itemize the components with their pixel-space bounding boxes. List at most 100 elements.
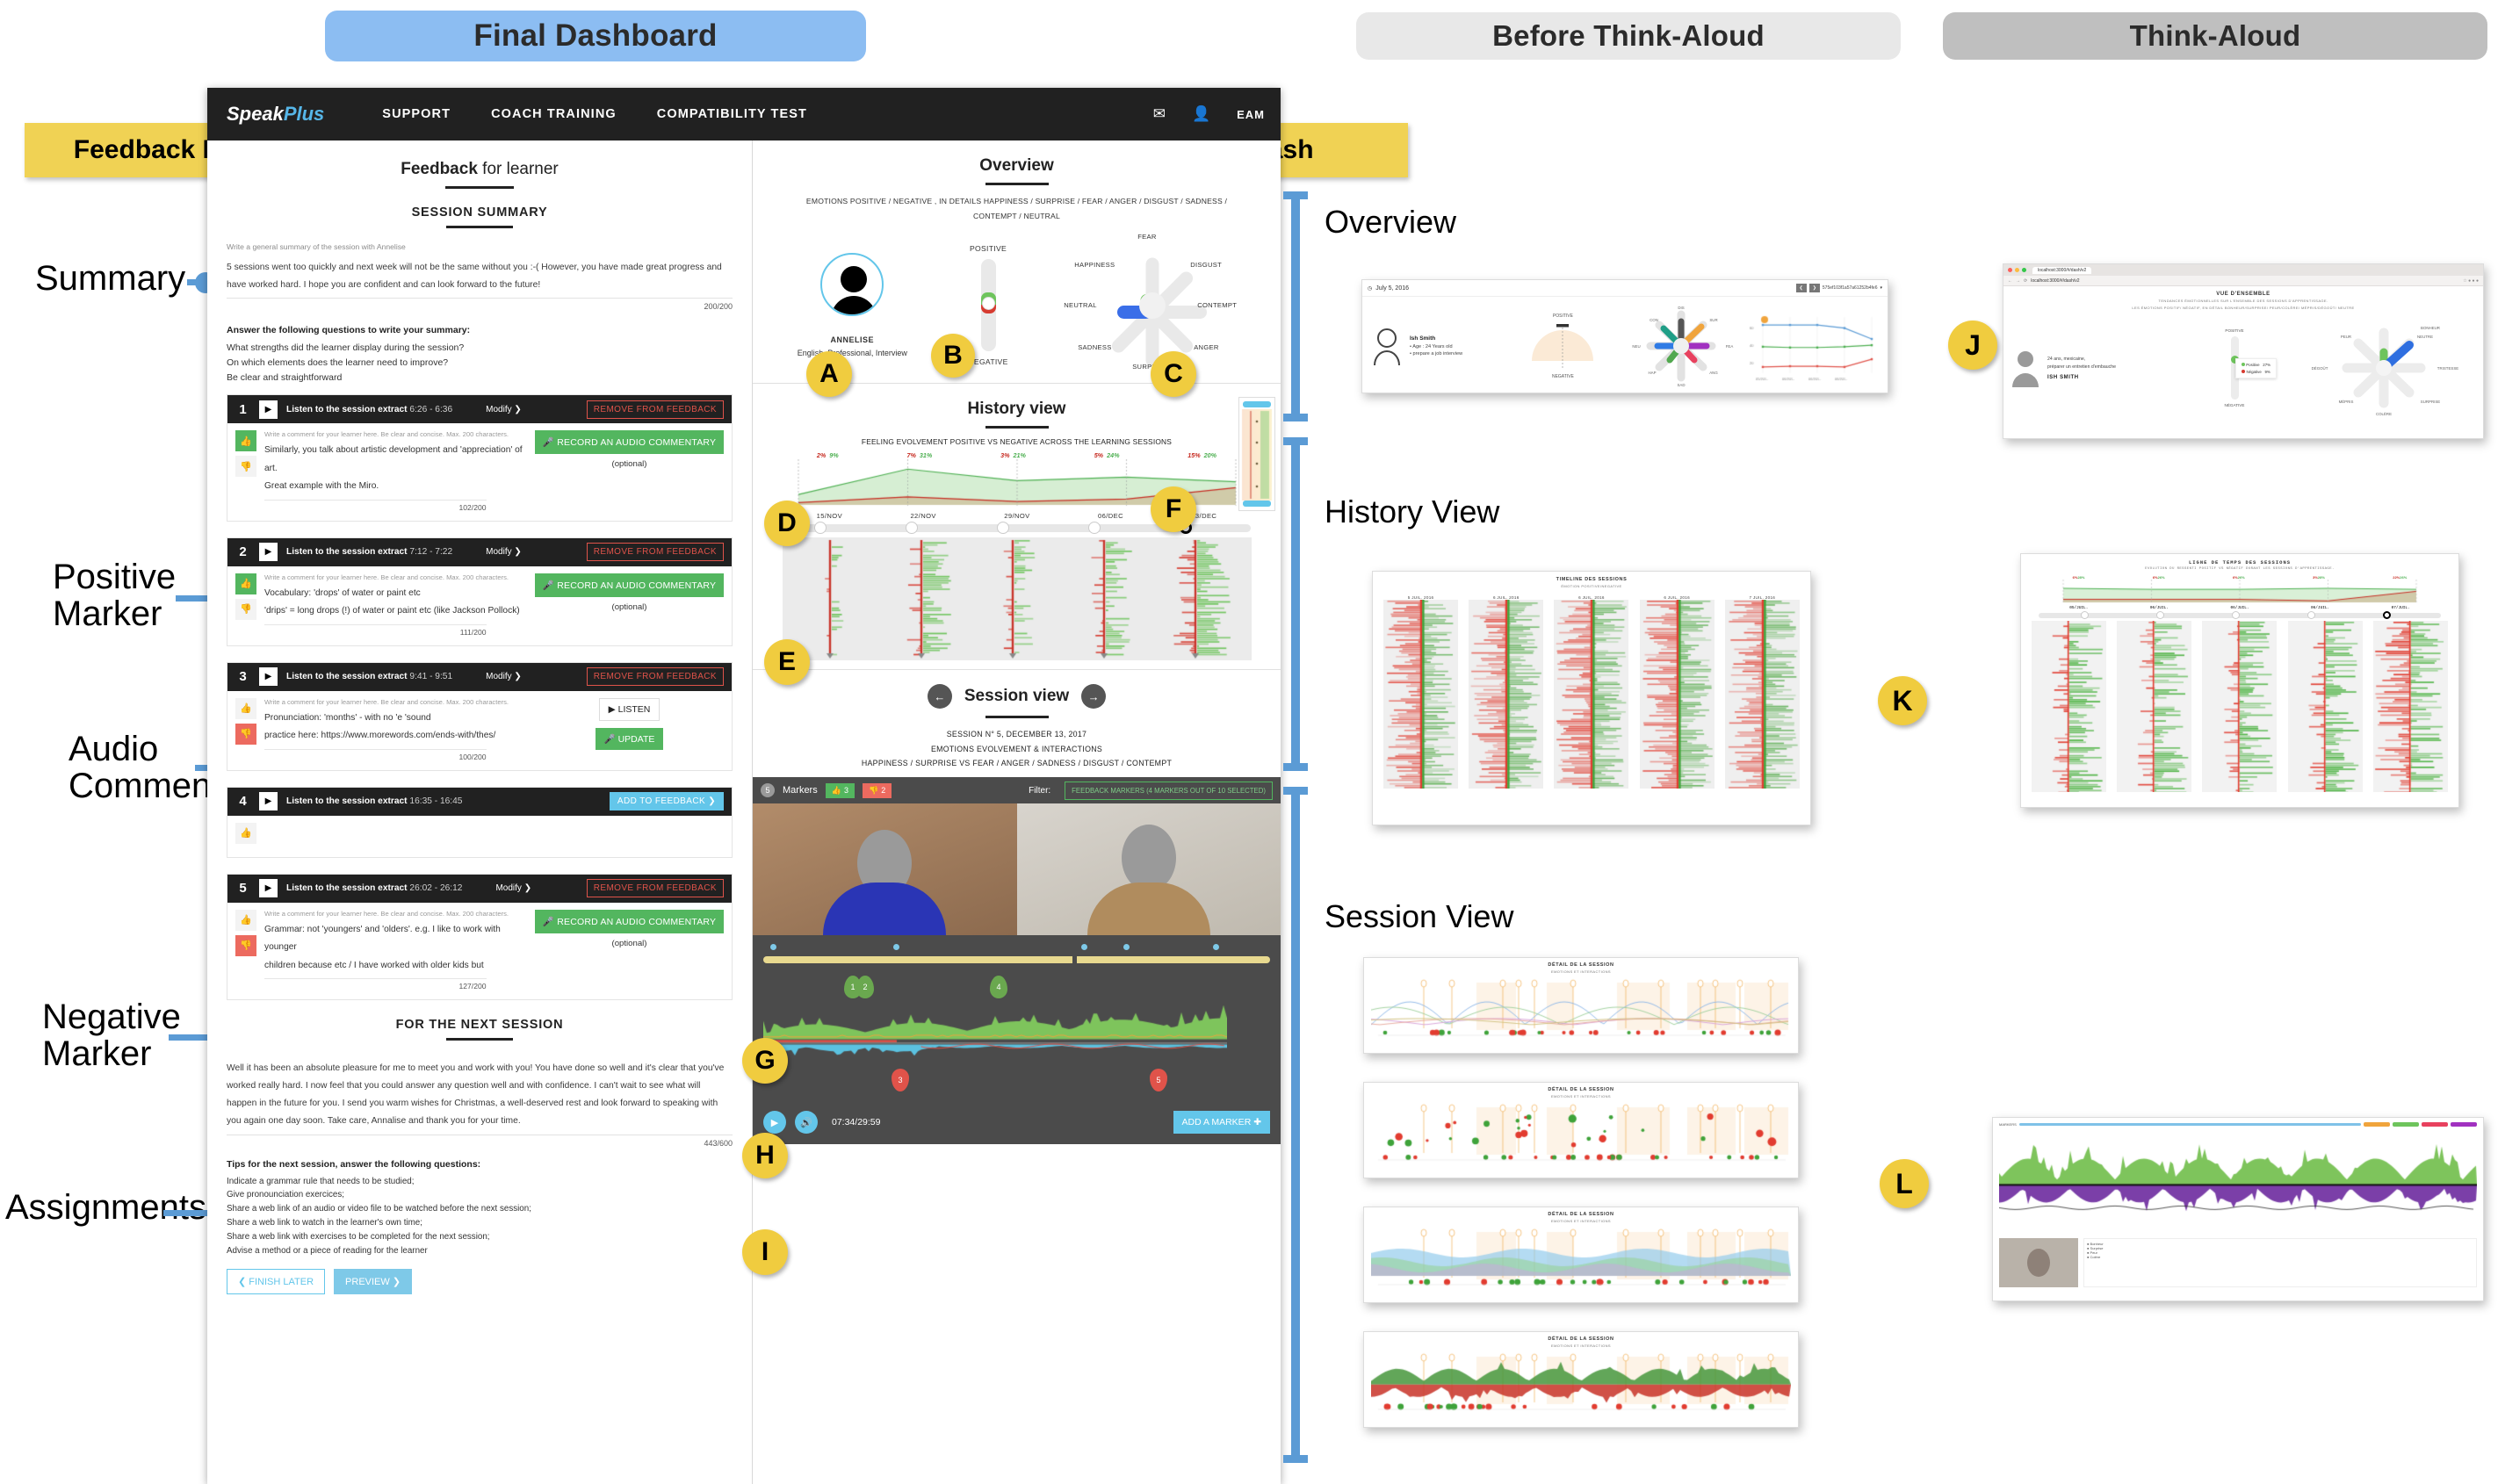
arrow-right-icon[interactable]: → bbox=[1081, 684, 1107, 710]
thumb-up-icon[interactable]: 👍 bbox=[235, 697, 256, 719]
comment-text[interactable]: Pronunciation: 'months' - with no 'e 'so… bbox=[264, 710, 535, 746]
modify-link[interactable]: Modify ❯ bbox=[495, 883, 531, 893]
filter-chip[interactable]: MARKERS bbox=[1999, 1122, 2017, 1127]
thumb-up-icon[interactable]: 👍 bbox=[235, 909, 256, 931]
navbar-links: SUPPORT COACH TRAINING COMPATIBILITY TES… bbox=[382, 107, 807, 121]
nav-user-label[interactable]: EAM bbox=[1237, 108, 1265, 121]
marker-pin-negative[interactable]: 3 bbox=[892, 1069, 909, 1092]
next-session-text[interactable]: Well it has been an absolute pleasure fo… bbox=[227, 1060, 733, 1130]
gauge-track[interactable] bbox=[980, 259, 996, 352]
thumb-up-icon[interactable]: 👍 bbox=[235, 822, 256, 844]
half-dome-gauge bbox=[1532, 323, 1594, 368]
history-pct-3: 5% 24% bbox=[1094, 451, 1120, 460]
marker-pin-positive[interactable]: 4 bbox=[990, 976, 1007, 999]
remove-from-feedback-button[interactable]: REMOVE FROM FEEDBACK bbox=[586, 543, 724, 562]
slider-dot-3[interactable] bbox=[1088, 522, 1101, 535]
think-session-lower: ● Bonheur ● Surprise ● Peur ● Colère bbox=[1999, 1238, 2477, 1287]
finish-later-button[interactable]: ❮ FINISH LATER bbox=[227, 1268, 326, 1294]
interaction-bar[interactable] bbox=[763, 956, 1270, 964]
modify-link[interactable]: Modify ❯ bbox=[486, 405, 522, 414]
modify-link[interactable]: Modify ❯ bbox=[486, 547, 522, 557]
marker-pin-positive[interactable]: 2 bbox=[856, 976, 874, 999]
overview-rule bbox=[985, 183, 1049, 185]
summary-text[interactable]: 5 sessions went too quickly and next wee… bbox=[227, 259, 733, 294]
mail-icon[interactable]: ✉ bbox=[1153, 105, 1166, 123]
slider-dot-1[interactable] bbox=[906, 522, 918, 535]
history-percent-row: 2% 9% 7% 31% 3% 21% 5% 24% 15% 20% bbox=[753, 451, 1281, 459]
listen-audio-button[interactable]: ▶ LISTEN bbox=[598, 697, 661, 721]
play-icon[interactable]: ▶ bbox=[259, 400, 278, 419]
history-side-thumb-panel[interactable] bbox=[1238, 397, 1275, 511]
record-audio-button[interactable]: 🎤 RECORD AN AUDIO COMMENTARY bbox=[535, 909, 724, 933]
play-icon[interactable]: ▶ bbox=[763, 1111, 786, 1135]
prev-session-button[interactable]: ❮ bbox=[1795, 284, 1807, 292]
badge-C: C bbox=[1151, 351, 1196, 397]
think-overview-title: VUE D'ENSEMBLE bbox=[2216, 292, 2270, 297]
session-meta: SESSION N° 5, DECEMBER 13, 2017 EMOTIONS… bbox=[753, 727, 1281, 770]
update-audio-button[interactable]: 🎤 UPDATE bbox=[595, 727, 664, 750]
think-overview-gauge: POSITIVE NÉGATIVE Positive 27% Négative … bbox=[2169, 328, 2300, 407]
slider-dot-0[interactable] bbox=[814, 522, 827, 535]
browser-tab[interactable]: localhost:3000/#/dash/v2 bbox=[2032, 266, 2092, 274]
thumb-down-icon[interactable]: 👎 bbox=[235, 723, 256, 745]
think-overview-meta-2: préparer un entretien d'embauche bbox=[2047, 364, 2116, 370]
comment-text[interactable]: Grammar: not 'youngers' and 'olders'. e.… bbox=[264, 921, 535, 975]
thumb-down-icon[interactable]: 👎 bbox=[235, 598, 256, 620]
browser-url[interactable]: localhost:3000/#/dash/v2 bbox=[2031, 278, 2079, 284]
comment-text[interactable]: Similarly, you talk about artistic devel… bbox=[264, 442, 535, 495]
nav-link-coach-training[interactable]: COACH TRAINING bbox=[491, 107, 617, 121]
thumb-up-icon[interactable]: 👍 bbox=[235, 430, 256, 452]
modify-link[interactable]: Modify ❯ bbox=[486, 672, 522, 681]
thumb-up-icon[interactable]: 👍 bbox=[235, 573, 256, 594]
think-session-video[interactable] bbox=[1999, 1238, 2078, 1287]
feedback-card-body: 👍 👎 Write a comment for your learner her… bbox=[227, 423, 732, 520]
add-marker-button[interactable]: ADD A MARKER ✚ bbox=[1173, 1111, 1270, 1135]
marker-thumbs: 👍 👎 bbox=[235, 697, 260, 761]
before-overview-session-id[interactable]: 575ef103f1a57a61252b4fe6 bbox=[1823, 285, 1878, 291]
badge-A: A bbox=[806, 351, 852, 397]
forward-icon[interactable]: → bbox=[2016, 278, 2020, 284]
reload-icon[interactable]: ⟳ bbox=[2024, 278, 2027, 284]
slider-dot-2[interactable] bbox=[997, 522, 1009, 535]
arrow-left-icon[interactable]: ← bbox=[927, 684, 952, 710]
preview-button[interactable]: PREVIEW ❯ bbox=[334, 1268, 413, 1294]
nav-link-support[interactable]: SUPPORT bbox=[382, 107, 451, 121]
comment-area: Write a comment for your learner here. B… bbox=[260, 910, 535, 991]
thumb-down-icon[interactable]: 👎 bbox=[235, 934, 256, 956]
play-icon[interactable]: ▶ bbox=[259, 879, 278, 898]
thumb-down-icon[interactable]: 👎 bbox=[235, 456, 256, 478]
chevron-down-icon[interactable]: ▾ bbox=[1880, 285, 1882, 291]
bookmark-icon[interactable]: ☆ ● ● ● bbox=[2463, 278, 2479, 284]
record-audio-button[interactable]: 🎤 RECORD AN AUDIO COMMENTARY bbox=[535, 430, 724, 455]
back-icon[interactable]: ← bbox=[2008, 278, 2012, 284]
svg-text:COLÈRE: COLÈRE bbox=[2376, 412, 2392, 416]
session-video[interactable] bbox=[753, 803, 1281, 936]
remove-from-feedback-button[interactable]: REMOVE FROM FEEDBACK bbox=[586, 879, 724, 898]
play-icon[interactable]: ▶ bbox=[259, 792, 278, 811]
badge-E: E bbox=[764, 639, 810, 685]
gauge-knob[interactable] bbox=[982, 298, 994, 310]
thumb-up-count-chip[interactable]: 👍 3 bbox=[825, 782, 855, 798]
filter-value-chip[interactable]: FEEDBACK MARKERS (4 MARKERS OUT OF 10 SE… bbox=[1065, 781, 1273, 800]
nav-link-compatibility-test[interactable]: COMPATIBILITY TEST bbox=[657, 107, 807, 121]
comment-text[interactable]: Vocabulary: 'drops' of water or paint et… bbox=[264, 585, 535, 621]
record-audio-button[interactable]: 🎤 RECORD AN AUDIO COMMENTARY bbox=[535, 573, 724, 597]
marker-pin-negative[interactable]: 5 bbox=[1150, 1069, 1167, 1092]
section-session-summary: SESSION SUMMARY bbox=[411, 205, 548, 220]
questions-list: What strengths did the learner display d… bbox=[227, 342, 465, 384]
section-rule bbox=[446, 1038, 513, 1041]
account-icon[interactable]: 👤 bbox=[1192, 105, 1210, 123]
next-session-button[interactable]: ❯ bbox=[1808, 284, 1820, 292]
play-icon[interactable]: ▶ bbox=[259, 543, 278, 562]
volume-icon[interactable]: 🔊 bbox=[795, 1111, 818, 1135]
svg-text:MÉPRIS: MÉPRIS bbox=[2339, 400, 2354, 404]
think-history-slider[interactable] bbox=[2039, 611, 2441, 619]
comment-placeholder: Write a comment for your learner here. B… bbox=[264, 909, 509, 918]
add-to-feedback-button[interactable]: ADD TO FEEDBACK ❯ bbox=[609, 792, 724, 811]
feedback-card: 4 ▶ Listen to the session extract 16:35 … bbox=[227, 786, 733, 858]
play-icon[interactable]: ▶ bbox=[259, 667, 278, 687]
flower-label-fear: FEAR bbox=[1137, 232, 1157, 241]
remove-from-feedback-button[interactable]: REMOVE FROM FEEDBACK bbox=[586, 667, 724, 687]
remove-from-feedback-button[interactable]: REMOVE FROM FEEDBACK bbox=[586, 400, 724, 419]
thumb-down-count-chip[interactable]: 👎 2 bbox=[862, 782, 892, 798]
